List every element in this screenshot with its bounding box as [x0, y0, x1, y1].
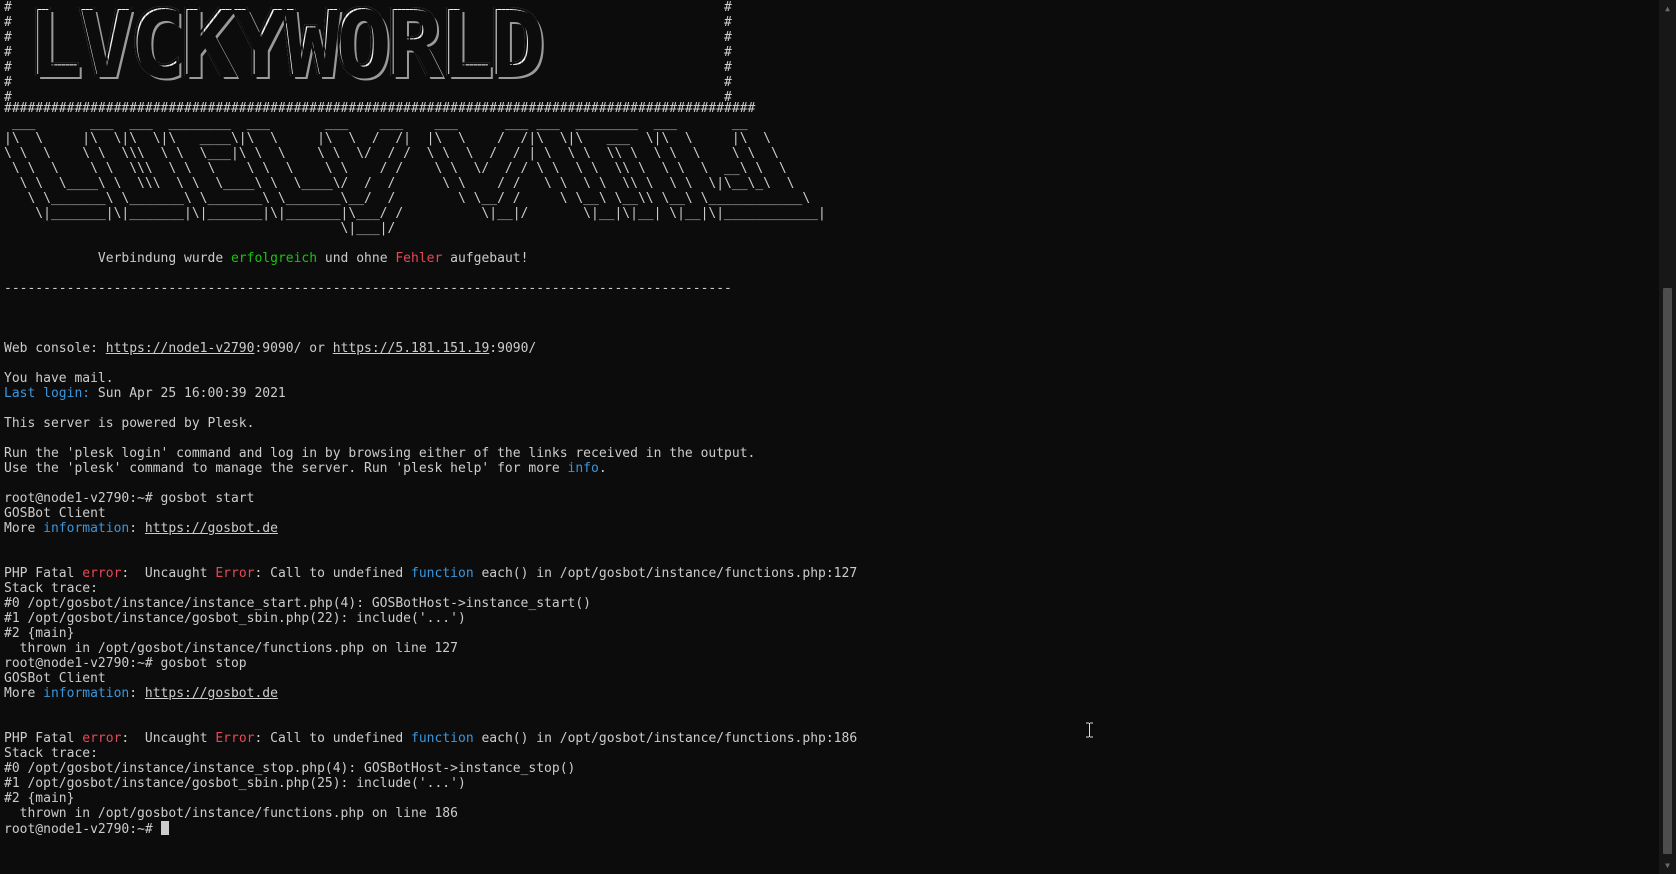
- plesk-help-hint: Use the 'plesk' command to manage the se…: [4, 461, 607, 476]
- powered-by: This server is powered by Plesk.: [4, 416, 255, 431]
- success-word: erfolgreich: [230, 251, 318, 266]
- thrown-line: thrown in /opt/gosbot/instance/functions…: [4, 806, 458, 821]
- web-console-line: Web console: https://node1-v2790:9090/ o…: [4, 341, 537, 356]
- banner: # # # # # # # LVCKYWORLD # # # # # # #: [4, 0, 744, 105]
- stack-trace-line: #2 {main}: [4, 791, 75, 806]
- dash-separator: ----------------------------------------…: [4, 281, 732, 296]
- scroll-down-arrow-icon[interactable]: ▼: [1659, 857, 1676, 874]
- text-ibeam-cursor-icon: [1085, 722, 1094, 738]
- php-fatal-error: PHP Fatal error: Uncaught Error: Call to…: [4, 731, 858, 746]
- plesk-login-hint: Run the 'plesk login' command and log in…: [4, 446, 756, 461]
- thrown-line: thrown in /opt/gosbot/instance/functions…: [4, 641, 458, 656]
- prompt-gosbot-stop: root@node1-v2790:~# gosbot stop: [4, 656, 247, 671]
- mail-notice: You have mail.: [4, 371, 114, 386]
- gosbot-link[interactable]: https://gosbot.de: [145, 521, 278, 536]
- prompt-gosbot-start: root@node1-v2790:~# gosbot start: [4, 491, 255, 506]
- client-name: GOSBot Client: [4, 671, 106, 686]
- client-name: GOSBot Client: [4, 506, 106, 521]
- stack-trace-line: #0 /opt/gosbot/instance/instance_stop.ph…: [4, 761, 576, 776]
- banner-separator: ########################################…: [4, 101, 756, 116]
- last-login-label: Last login:: [4, 386, 91, 401]
- stack-trace-line: #1 /opt/gosbot/instance/gosbot_sbin.php(…: [4, 611, 466, 626]
- error-word: Fehler: [395, 251, 443, 266]
- banner-title: LVCKYWORLD: [25, 0, 545, 93]
- php-fatal-error: PHP Fatal error: Uncaught Error: Call to…: [4, 566, 858, 581]
- banner-hash-border-left: # # # # # # #: [4, 0, 12, 105]
- command-prompt[interactable]: root@node1-v2790:~#: [4, 821, 1654, 837]
- stack-trace-line: #0 /opt/gosbot/instance/instance_start.p…: [4, 596, 591, 611]
- stack-trace-line: #2 {main}: [4, 626, 75, 641]
- vertical-scrollbar[interactable]: ▲ ▼: [1659, 0, 1676, 874]
- terminal-output[interactable]: # # # # # # # LVCKYWORLD # # # # # # # #…: [4, 0, 1654, 874]
- stack-trace-header: Stack trace:: [4, 746, 98, 761]
- stack-trace-header: Stack trace:: [4, 581, 98, 596]
- last-login-line: Last login: Sun Apr 25 16:00:39 2021: [4, 386, 286, 401]
- scrollbar-thumb[interactable]: [1663, 288, 1672, 854]
- node-console-link[interactable]: https://node1-v2790: [106, 341, 255, 356]
- more-info-line: More information: https://gosbot.de: [4, 521, 278, 536]
- cursor-block-icon: [160, 821, 169, 835]
- connection-status: Verbindung wurde erfolgreich und ohne Fe…: [97, 251, 529, 266]
- ip-console-link[interactable]: https://5.181.151.19: [333, 341, 490, 356]
- scroll-up-arrow-icon[interactable]: ▲: [1659, 0, 1676, 17]
- more-info-line: More information: https://gosbot.de: [4, 686, 278, 701]
- gosbot-link[interactable]: https://gosbot.de: [145, 686, 278, 701]
- ascii-art-logo: ___ ___ ___ ________ ___ ___ ___ ___ ___…: [4, 116, 826, 236]
- stack-trace-line: #1 /opt/gosbot/instance/gosbot_sbin.php(…: [4, 776, 466, 791]
- banner-hash-border-right: # # # # # # #: [724, 0, 732, 105]
